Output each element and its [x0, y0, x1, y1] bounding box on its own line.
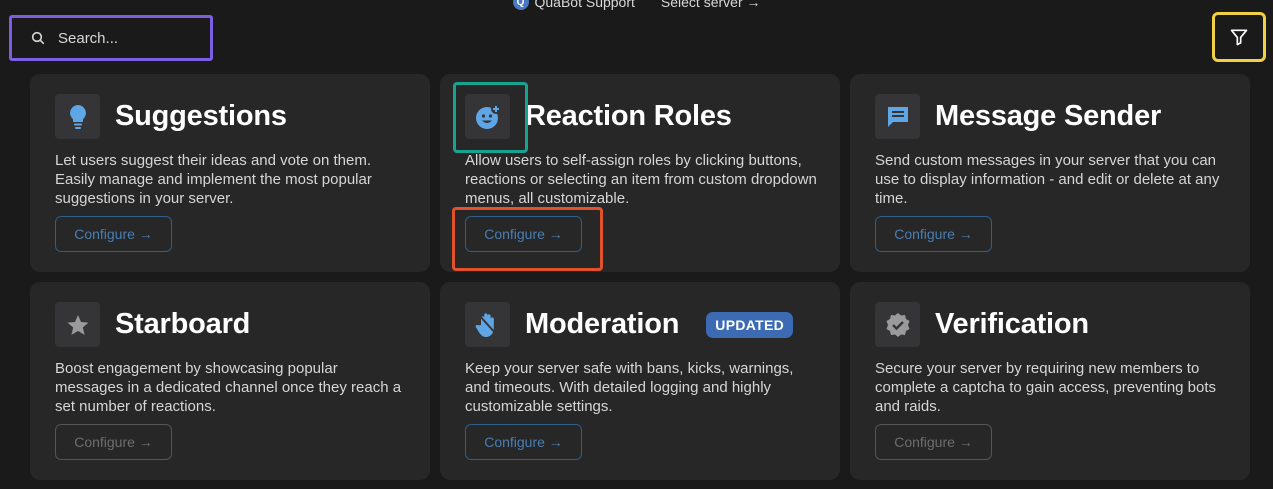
configure-reaction-roles-button[interactable]: Configure →: [452, 207, 603, 271]
verified-badge-icon: [875, 302, 920, 347]
card-message-sender: Message Sender Send custom messages in y…: [850, 74, 1250, 272]
card-title: Reaction Roles: [525, 100, 732, 132]
configure-message-sender-button[interactable]: Configure →: [875, 216, 992, 252]
card-title: Moderation: [525, 308, 680, 340]
brand-logo-icon: Q: [512, 0, 529, 10]
card-description: Keep your server safe with bans, kicks, …: [465, 360, 794, 415]
brand-name: QuaBot Support: [534, 0, 635, 10]
lightbulb-icon: [55, 94, 100, 139]
top-header: Q QuaBot Support Select server →: [0, 0, 1273, 11]
configure-verification-button[interactable]: Configure →: [875, 424, 992, 460]
card-description: Let users suggest their ideas and vote o…: [55, 152, 372, 207]
message-icon: [875, 94, 920, 139]
card-description: Allow users to self-assign roles by clic…: [465, 152, 817, 207]
search-icon: [31, 31, 45, 45]
card-starboard: Starboard Boost engagement by showcasing…: [30, 282, 430, 480]
search-input[interactable]: [58, 29, 198, 47]
card-verification: Verification Secure your server by requi…: [850, 282, 1250, 480]
card-description: Secure your server by requiring new memb…: [875, 360, 1217, 415]
updated-badge: UPDATED: [706, 311, 794, 338]
card-moderation: Moderation UPDATED Keep your server safe…: [440, 282, 840, 480]
card-description: Send custom messages in your server that…: [875, 152, 1220, 207]
configure-suggestions-button[interactable]: Configure →: [55, 216, 172, 252]
card-reaction-roles: Reaction Roles Allow users to self-assig…: [440, 74, 840, 272]
hand-icon: [465, 302, 510, 347]
card-title: Suggestions: [115, 100, 287, 132]
card-title: Verification: [935, 308, 1089, 340]
select-server-link[interactable]: Select server →: [661, 0, 761, 10]
search-box[interactable]: [9, 15, 213, 61]
card-title: Starboard: [115, 308, 251, 340]
filter-icon: [1230, 29, 1248, 46]
star-icon: [55, 302, 100, 347]
emoji-add-icon: [453, 82, 528, 153]
card-title: Message Sender: [935, 100, 1162, 132]
modules-grid: Suggestions Let users suggest their idea…: [30, 74, 1250, 480]
brand[interactable]: Q QuaBot Support: [512, 0, 635, 10]
card-description: Boost engagement by showcasing popular m…: [55, 360, 402, 415]
configure-moderation-button[interactable]: Configure →: [465, 424, 582, 460]
card-suggestions: Suggestions Let users suggest their idea…: [30, 74, 430, 272]
filter-button[interactable]: [1212, 12, 1266, 62]
configure-starboard-button[interactable]: Configure →: [55, 424, 172, 460]
